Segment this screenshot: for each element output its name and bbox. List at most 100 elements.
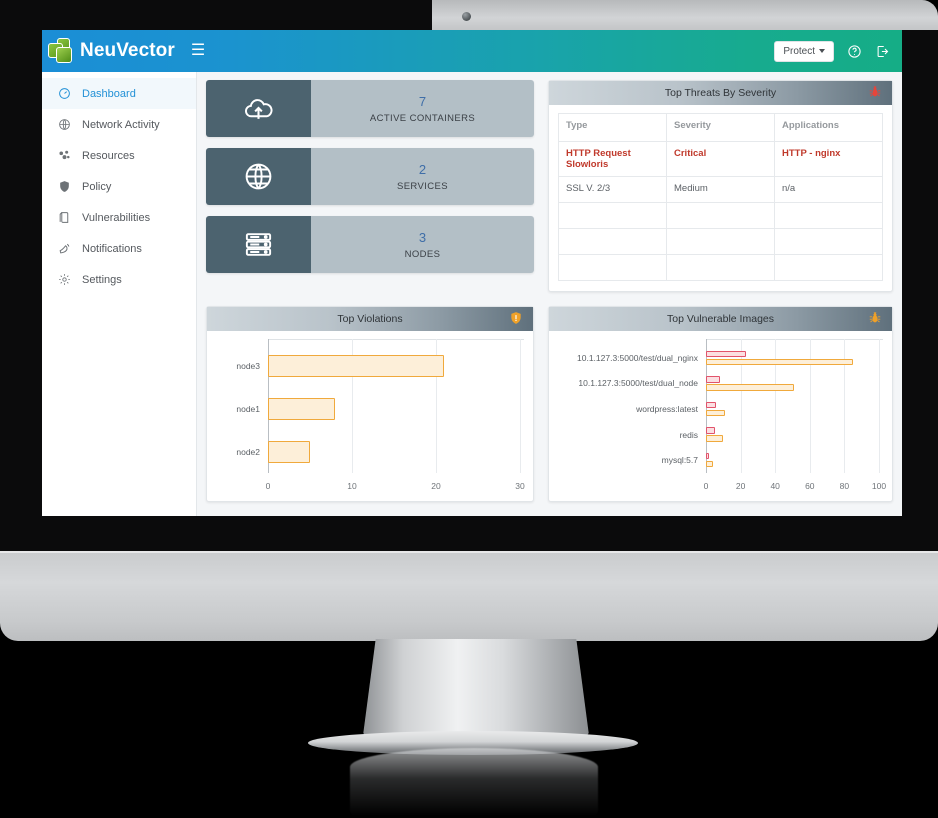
- table-header-row: Type Severity Applications: [558, 113, 883, 142]
- chart-bar[interactable]: [706, 435, 724, 442]
- violations-bar-chart: 0 10 20 30 node3 node1 node2: [216, 339, 525, 491]
- cell-type: [558, 202, 667, 229]
- chart-bar[interactable]: [706, 358, 854, 365]
- chart-y-tick-label: node2: [236, 446, 260, 457]
- chart-x-tick-label: 0: [265, 481, 271, 491]
- chart-bar[interactable]: [706, 427, 715, 434]
- sidebar-item-resources[interactable]: Resources: [42, 140, 196, 171]
- app-body: Dashboard Network Activity Resources Pol…: [42, 72, 902, 516]
- stat-card-services[interactable]: 2 SERVICES: [206, 148, 534, 205]
- chart-y-tick-label: 10.1.127.3:5000/test/dual_node: [578, 378, 698, 389]
- chart-y-tick-label: node1: [236, 404, 260, 414]
- stat-card-nodes[interactable]: 3 NODES: [206, 216, 534, 273]
- chart-x-tick-label: 60: [805, 481, 815, 491]
- column-header-severity: Severity: [666, 113, 775, 142]
- brand: NeuVector: [48, 38, 175, 64]
- violations-panel-body: 0 10 20 30 node3 node1 node2: [207, 331, 533, 501]
- chart-bar[interactable]: [706, 453, 710, 460]
- stat-card-body: 2 SERVICES: [311, 148, 534, 205]
- chart-x-tick-label: 100: [871, 481, 887, 491]
- chart-bar-group: [216, 355, 524, 378]
- chart-bar[interactable]: [706, 460, 713, 468]
- cell-severity: Critical: [666, 141, 775, 177]
- chart-x-tick-label: 20: [735, 481, 746, 491]
- sidebar-item-label: Settings: [82, 273, 122, 286]
- app-header: NeuVector ☰ Protect: [42, 30, 902, 72]
- stand-reflection: [350, 748, 598, 816]
- stat-card-active-containers[interactable]: 7 ACTIVE CONTAINERS: [206, 80, 534, 137]
- threats-table: Type Severity Applications HTTP Request …: [558, 113, 883, 281]
- shield-icon: [58, 180, 71, 193]
- cell-applications: n/a: [774, 176, 883, 203]
- megaphone-icon: [58, 242, 71, 255]
- chart-bar[interactable]: [706, 350, 746, 358]
- sidebar-item-label: Notifications: [82, 242, 142, 255]
- chart-y-tick-label: node3: [236, 361, 260, 372]
- hamburger-menu-icon[interactable]: ☰: [191, 43, 205, 59]
- chart-bar[interactable]: [706, 409, 726, 417]
- sidebar-item-vulnerabilities[interactable]: Vulnerabilities: [42, 202, 196, 233]
- chart-x-tick-label: 10: [347, 481, 357, 491]
- stat-label: NODES: [404, 248, 441, 260]
- chart-top-axis: [268, 339, 524, 340]
- stat-cards: 7 ACTIVE CONTAINERS 2 SERVICES 3 NODES: [206, 80, 534, 292]
- sidebar-item-notifications[interactable]: Notifications: [42, 233, 196, 264]
- chart-x-tick-label: 30: [515, 481, 525, 491]
- chart-bars: [216, 345, 524, 473]
- webcam-icon: [462, 12, 471, 21]
- table-row[interactable]: [558, 202, 883, 229]
- protect-dropdown[interactable]: Protect: [774, 40, 834, 62]
- cell-severity: [666, 202, 775, 229]
- table-row[interactable]: HTTP Request Slowloris Critical HTTP - n…: [558, 141, 883, 177]
- sidebar-item-label: Dashboard: [82, 87, 136, 100]
- vulnerable-panel-body: 0 20 40 60 80 100 10.1.127.3:5000/test/dual_n…: [549, 331, 892, 501]
- sidebar-item-settings[interactable]: Settings: [42, 264, 196, 295]
- cloud-upload-icon: [206, 80, 311, 137]
- logout-icon[interactable]: [875, 44, 890, 59]
- globe-icon: [206, 148, 311, 205]
- sidebar-item-network-activity[interactable]: Network Activity: [42, 109, 196, 140]
- threats-panel-body: Type Severity Applications HTTP Request …: [549, 105, 892, 291]
- bug-icon: [868, 85, 882, 100]
- sidebar-item-policy[interactable]: Policy: [42, 171, 196, 202]
- chart-bar[interactable]: [268, 355, 445, 378]
- sidebar-item-label: Vulnerabilities: [82, 211, 151, 224]
- chart-bar[interactable]: [268, 440, 310, 463]
- column-header-type: Type: [558, 113, 667, 142]
- sidebar-nav: Dashboard Network Activity Resources Pol…: [42, 72, 197, 516]
- stat-card-body: 3 NODES: [311, 216, 534, 273]
- chart-x-tick-label: 0: [703, 481, 709, 491]
- chart-y-tick-label: 10.1.127.3:5000/test/dual_nginx: [577, 352, 698, 363]
- chart-bar[interactable]: [706, 376, 720, 383]
- brand-name: NeuVector: [80, 40, 175, 61]
- chart-y-tick-label: redis: [679, 429, 698, 440]
- cell-applications: [774, 202, 883, 229]
- dashboard-charts-row: Top Violations 0 10 20 30 node3 node1 no…: [206, 306, 893, 502]
- chart-bar[interactable]: [706, 384, 795, 391]
- neuvector-logo-icon: [48, 38, 74, 64]
- cell-applications: [774, 254, 883, 281]
- stat-value: 7: [418, 93, 427, 109]
- help-circle-icon[interactable]: [847, 44, 862, 59]
- sidebar-item-dashboard[interactable]: Dashboard: [42, 78, 196, 109]
- panel-title: Top Violations: [337, 313, 403, 325]
- shield-icon: [509, 311, 523, 326]
- protect-label: Protect: [783, 45, 815, 57]
- chart-bar-group: [216, 397, 524, 421]
- violations-panel: Top Violations 0 10 20 30 node3 node1 no…: [206, 306, 534, 502]
- chart-bar[interactable]: [268, 397, 336, 421]
- nodes-icon: [58, 149, 71, 162]
- chart-bar[interactable]: [706, 401, 717, 409]
- table-row[interactable]: [558, 228, 883, 255]
- sidebar-item-label: Resources: [82, 149, 135, 162]
- panel-top-threats: Top Threats By Severity Type Severity Ap…: [548, 80, 893, 292]
- stat-card-body: 7 ACTIVE CONTAINERS: [311, 80, 534, 137]
- column-header-applications: Applications: [774, 113, 883, 142]
- vulnerable-bar-chart: 0 20 40 60 80 100 10.1.127.3:5000/test/dual_n…: [558, 339, 887, 491]
- table-row[interactable]: [558, 254, 883, 281]
- globe-icon: [58, 118, 71, 131]
- table-row[interactable]: SSL V. 2/3 Medium n/a: [558, 176, 883, 203]
- vulnerable-panel-header: Top Vulnerable Images: [549, 307, 892, 331]
- cell-type: HTTP Request Slowloris: [558, 141, 667, 177]
- book-icon: [58, 211, 71, 224]
